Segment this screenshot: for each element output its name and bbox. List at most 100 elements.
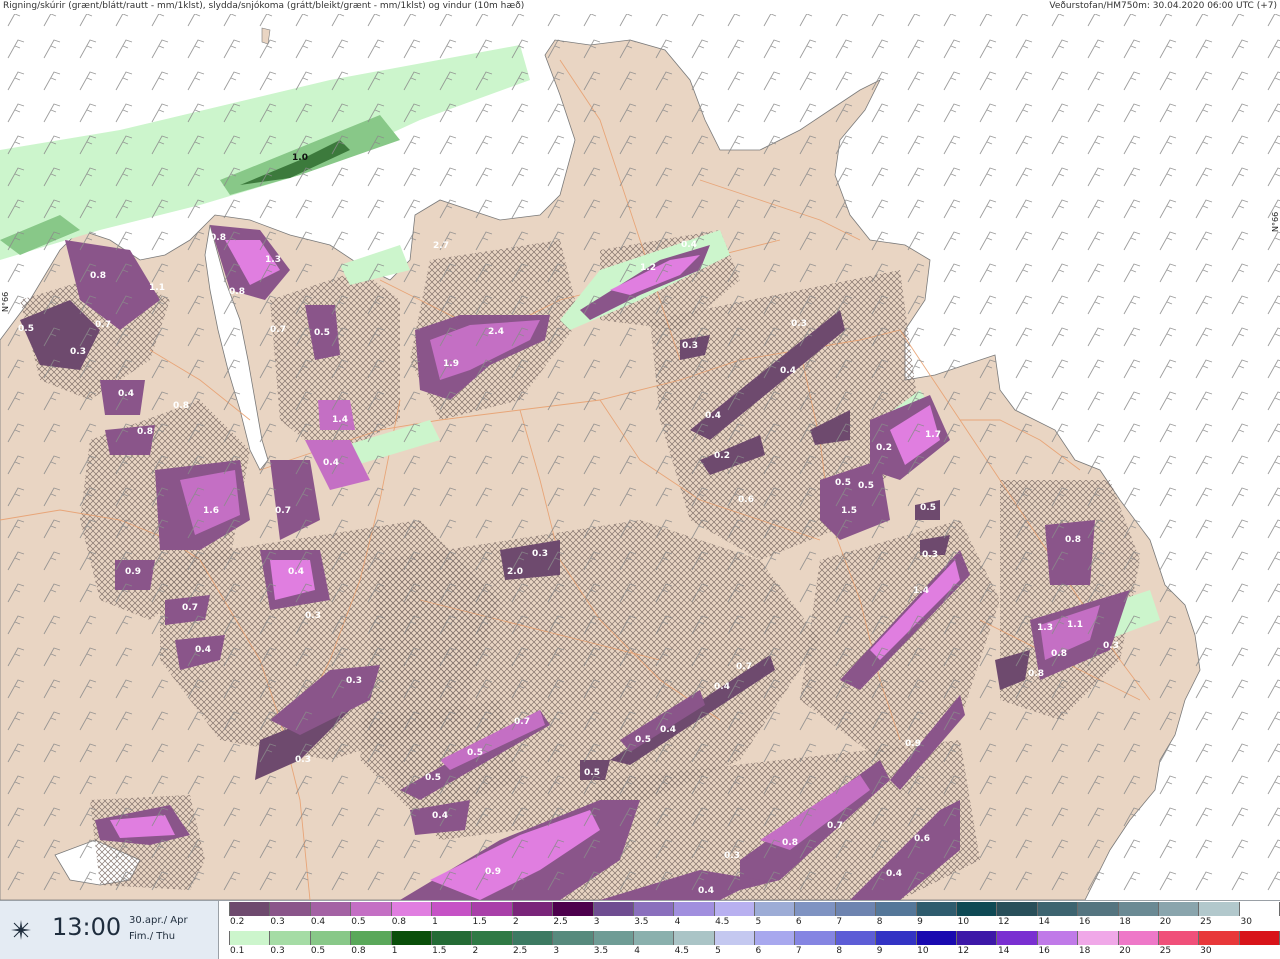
scale-swatch — [834, 931, 876, 945]
precip-value-label: 0.8 — [229, 287, 245, 297]
scale-label: 25 — [1200, 917, 1212, 927]
precip-value-label: 1.9 — [443, 359, 459, 369]
scale-label: 0.8 — [391, 917, 407, 927]
scale-label: 4 — [634, 946, 640, 956]
scale-swatch — [350, 902, 391, 916]
precip-value-label: 0.3 — [532, 549, 548, 559]
scale-label: 14 — [1038, 917, 1050, 927]
scale-label: 16 — [1078, 917, 1091, 927]
scale-label: 1 — [391, 946, 398, 956]
precip-value-label: 0.5 — [467, 748, 483, 758]
scale-swatch — [673, 902, 714, 916]
precip-value-label: 0.9 — [485, 867, 501, 877]
scale-label: 0.3 — [270, 917, 285, 927]
precip-value-label: 0.5 — [425, 773, 441, 783]
scale-label: 7 — [795, 946, 802, 956]
precip-value-label: 1.0 — [292, 153, 308, 163]
precip-value-label: 0.3 — [1103, 641, 1119, 651]
scale-label: 4 — [674, 917, 681, 927]
scale-swatch — [471, 902, 512, 916]
scale-swatch — [552, 931, 593, 945]
forecast-time: 13:00 — [52, 913, 122, 941]
precip-value-label: 0.8 — [90, 271, 106, 281]
scale-label: 6 — [755, 946, 762, 956]
scale-swatch — [956, 931, 997, 945]
scale-label: 0.1 — [230, 946, 245, 956]
precip-value-label: 2.7 — [433, 241, 449, 251]
precip-value-label: 1.5 — [841, 506, 857, 516]
scale-swatch — [1157, 931, 1199, 945]
legend-footer: 13:00 30.apr./ Apr Fim./ Thu 0.2 0.3 0.4 0.… — [0, 900, 1280, 959]
latitude-label-left: N°66 — [1, 291, 10, 312]
weather-map[interactable]: 1.0 0.8 1.3 0.8 0.8 1.1 0.5 0.7 0.3 0.7 0.5 0.4 0.8 0… — [0, 0, 1280, 900]
precip-value-label: 0.4 — [432, 811, 448, 821]
scale-swatch — [471, 931, 512, 945]
precip-value-label: 0.4 — [118, 389, 134, 399]
scale-swatch — [1157, 902, 1199, 916]
time-panel: 13:00 30.apr./ Apr Fim./ Thu — [0, 901, 219, 959]
scale-label: 5 — [715, 946, 721, 956]
precip-value-label: 0.4 — [681, 240, 697, 250]
scale-swatch — [229, 902, 270, 916]
scale-label: 0.5 — [351, 917, 366, 927]
scale-label: 0.3 — [270, 946, 285, 956]
scale-swatch — [1036, 931, 1078, 945]
scale-label: 14 — [998, 946, 1010, 956]
scale-swatch — [996, 931, 1037, 945]
precip-value-label: 0.5 — [584, 768, 600, 778]
scale-swatch — [754, 902, 795, 916]
precip-value-label: 0.8 — [210, 233, 226, 243]
precip-value-label: 0.7 — [275, 506, 291, 516]
precip-value-label: 0.8 — [1028, 669, 1044, 679]
scale-label: 0.4 — [310, 917, 326, 927]
scale-swatch — [511, 931, 553, 945]
scale-swatch — [390, 902, 431, 916]
precip-value-label: 1.7 — [925, 430, 941, 440]
scale-swatch — [309, 902, 351, 916]
scale-swatch — [875, 902, 916, 916]
precip-value-label: 0.6 — [914, 834, 930, 844]
scale-label: 3 — [593, 917, 600, 927]
scale-swatch — [794, 931, 835, 945]
scale-swatch — [350, 931, 391, 945]
precip-value-label: 1.4 — [913, 586, 929, 596]
precip-value-label: 0.8 — [782, 838, 798, 848]
scale-swatch — [592, 931, 633, 945]
scale-label: 18 — [1119, 917, 1131, 927]
precip-value-label: 0.5 — [18, 324, 34, 334]
precip-value-label: 0.3 — [346, 676, 362, 686]
scale-swatch — [956, 902, 997, 916]
precip-value-label: 0.8 — [137, 427, 153, 437]
scale-label: 2 — [512, 917, 519, 927]
scale-label: 9 — [917, 917, 923, 927]
precip-value-label: 0.3 — [922, 550, 938, 560]
precip-value-label: 1.6 — [203, 506, 219, 516]
sun-icon — [11, 920, 31, 940]
scale-swatch — [229, 931, 270, 945]
scale-label: 6 — [795, 917, 802, 927]
precip-value-label: 0.4 — [780, 366, 796, 376]
scale-label: 8 — [876, 917, 883, 927]
precip-value-label: 1.3 — [1037, 623, 1053, 633]
scale-label: 3.5 — [593, 946, 609, 956]
scale-swatch — [713, 902, 755, 916]
scale-swatch — [309, 931, 351, 945]
latitude-label-right: N°66 — [1271, 211, 1280, 232]
map-title: Rigning/skúrir (grænt/blátt/rautt - mm/1… — [0, 0, 528, 13]
scale-swatch — [511, 902, 553, 916]
precip-value-label: 0.3 — [791, 319, 807, 329]
precip-value-label: 0.4 — [323, 458, 339, 468]
scale-swatch — [592, 902, 633, 916]
precip-value-label: 2.0 — [507, 567, 523, 577]
scale-label: 16 — [1038, 946, 1050, 956]
precip-value-label: 0.4 — [705, 411, 721, 421]
scale-swatch — [1036, 902, 1078, 916]
scale-swatch — [1238, 902, 1280, 916]
scale-swatch — [1117, 931, 1158, 945]
scale-label: 1.5 — [432, 946, 447, 956]
precip-value-label: 0.7 — [514, 717, 530, 727]
precip-value-label: 0.5 — [635, 735, 651, 745]
precip-value-label: 0.3 — [682, 341, 698, 351]
precip-value-label: 0.5 — [314, 328, 330, 338]
precip-value-label: 1.3 — [265, 255, 281, 265]
